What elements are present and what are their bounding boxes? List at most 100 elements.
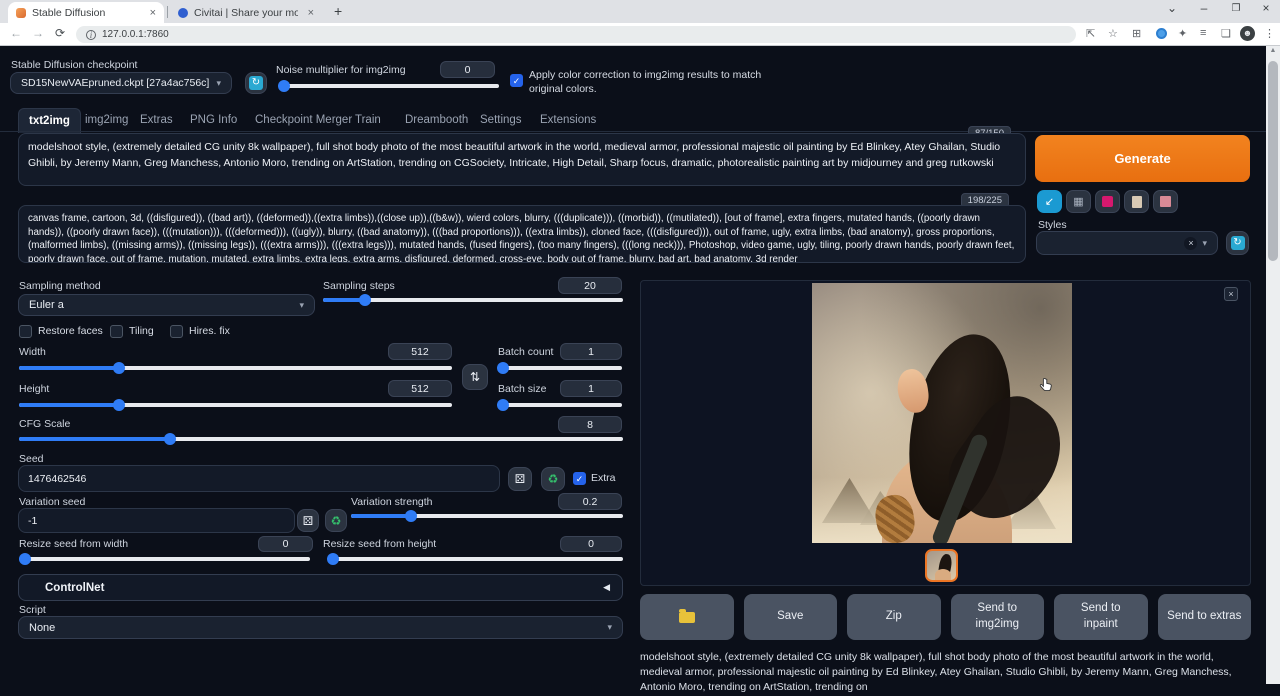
- tab-dreambooth[interactable]: Dreambooth: [395, 108, 478, 132]
- noise-multiplier-slider[interactable]: [280, 84, 499, 88]
- batch-count-slider[interactable]: [498, 366, 622, 370]
- prompt-input[interactable]: modelshoot style, (extremely detailed CG…: [18, 133, 1026, 186]
- color-correction-checkbox[interactable]: ✓: [510, 74, 523, 87]
- cfg-scale-slider[interactable]: [19, 437, 623, 441]
- tab-extensions[interactable]: Extensions: [530, 108, 606, 132]
- reuse-variation-seed-button[interactable]: ♻: [325, 509, 347, 532]
- seed-input[interactable]: 1476462546: [18, 465, 500, 492]
- bookmark-star-icon[interactable]: ☆: [1108, 27, 1118, 40]
- random-variation-seed-button[interactable]: ⚄: [297, 509, 319, 532]
- styles-label: Styles: [1038, 219, 1067, 231]
- extension-blue-icon[interactable]: [1156, 28, 1167, 39]
- tab-img2img[interactable]: img2img: [75, 108, 138, 132]
- browser-tabstrip: Stable Diffusion × Civitai | Share your …: [0, 0, 1280, 23]
- tab-settings[interactable]: Settings: [470, 108, 532, 132]
- tiling-checkbox[interactable]: [110, 325, 123, 338]
- browser-toolbar: ← → ⟳ i 127.0.0.1:7860 ⇱ ☆ ⊞ ✦ ≡ ❏ ☻ ⋮: [0, 23, 1280, 46]
- gallery-thumbnail[interactable]: [925, 549, 958, 582]
- resize-seed-width-slider[interactable]: [19, 557, 310, 561]
- tab-close-icon[interactable]: ×: [298, 7, 314, 19]
- random-seed-button[interactable]: ⚄: [508, 467, 532, 491]
- folder-icon: [679, 612, 695, 623]
- window-chevron-icon[interactable]: ⌄: [1158, 1, 1186, 15]
- tab-close-icon[interactable]: ×: [140, 7, 156, 19]
- browser-tab-civitai[interactable]: Civitai | Share your models ×: [170, 2, 322, 23]
- width-value[interactable]: 512: [388, 343, 452, 360]
- refresh-styles-button[interactable]: ↻: [1226, 231, 1249, 255]
- sampling-method-dropdown[interactable]: Euler a ▾: [18, 294, 315, 316]
- cfg-scale-value[interactable]: 8: [558, 416, 622, 433]
- window-restore-button[interactable]: ❐: [1222, 3, 1250, 14]
- window-close-button[interactable]: ×: [1252, 1, 1280, 15]
- generated-image[interactable]: [812, 283, 1072, 543]
- sampling-steps-value[interactable]: 20: [558, 277, 622, 294]
- apps-grid-icon[interactable]: ⊞: [1132, 27, 1141, 40]
- scrollbar-thumb[interactable]: [1268, 61, 1278, 261]
- resize-seed-height-value[interactable]: 0: [560, 536, 622, 552]
- extensions-puzzle-icon[interactable]: ✦: [1178, 27, 1187, 40]
- open-folder-button[interactable]: [640, 594, 734, 640]
- checkpoint-dropdown[interactable]: SD15NewVAEpruned.ckpt [27a4ac756c] ▾: [10, 72, 232, 94]
- width-slider[interactable]: [19, 366, 452, 370]
- controlnet-label: ControlNet: [45, 582, 104, 594]
- window-minimize-button[interactable]: –: [1190, 1, 1218, 15]
- browser-menu-icon[interactable]: ⋮: [1264, 27, 1275, 40]
- variation-strength-slider[interactable]: [351, 514, 623, 518]
- reuse-seed-button[interactable]: ♻: [541, 467, 565, 491]
- side-panel-icon[interactable]: ❏: [1221, 27, 1231, 40]
- accordion-collapse-icon: ◀: [603, 582, 610, 593]
- noise-multiplier-value[interactable]: 0: [440, 61, 495, 78]
- height-value[interactable]: 512: [388, 380, 452, 397]
- batch-count-value[interactable]: 1: [560, 343, 622, 360]
- generate-button[interactable]: Generate: [1035, 135, 1250, 182]
- apply-style-button[interactable]: [1124, 190, 1149, 213]
- site-info-icon[interactable]: i: [86, 30, 96, 40]
- swap-width-height-button[interactable]: ⇅: [462, 364, 488, 390]
- new-tab-button[interactable]: +: [334, 3, 342, 19]
- tab-png-info[interactable]: PNG Info: [180, 108, 247, 132]
- tab-train[interactable]: Train: [345, 108, 391, 132]
- clear-prompt-button[interactable]: ▦: [1066, 190, 1091, 213]
- restore-faces-checkbox[interactable]: [19, 325, 32, 338]
- reload-icon[interactable]: ⟳: [55, 26, 65, 40]
- share-icon[interactable]: ⇱: [1086, 27, 1095, 40]
- clear-styles-icon[interactable]: ×: [1184, 237, 1197, 250]
- clipboard-icon: [1132, 196, 1142, 208]
- hand-cursor-icon: [1038, 377, 1055, 394]
- negative-prompt-input[interactable]: canvas frame, cartoon, 3d, ((disfigured)…: [18, 205, 1026, 263]
- back-icon[interactable]: ←: [10, 26, 22, 40]
- forward-icon[interactable]: →: [32, 26, 44, 40]
- send-to-extras-button[interactable]: Send to extras: [1158, 594, 1252, 640]
- resize-seed-width-value[interactable]: 0: [258, 536, 313, 552]
- controlnet-accordion[interactable]: ControlNet ◀: [18, 574, 623, 601]
- script-dropdown[interactable]: None ▾: [18, 616, 623, 639]
- save-style-button[interactable]: [1153, 190, 1178, 213]
- variation-seed-input[interactable]: -1: [18, 508, 295, 533]
- tab-txt2img[interactable]: txt2img: [18, 108, 81, 133]
- refresh-checkpoint-button[interactable]: ↻: [245, 72, 267, 94]
- styles-dropdown[interactable]: × ▾: [1036, 231, 1218, 255]
- batch-size-value[interactable]: 1: [560, 380, 622, 397]
- hires-fix-checkbox[interactable]: [170, 325, 183, 338]
- reading-list-icon[interactable]: ≡: [1200, 27, 1206, 39]
- zip-button[interactable]: Zip: [847, 594, 941, 640]
- resize-seed-height-slider[interactable]: [330, 557, 623, 561]
- paste-params-button[interactable]: ↙: [1037, 190, 1062, 213]
- profile-avatar[interactable]: ☻: [1240, 26, 1255, 41]
- close-gallery-button[interactable]: ×: [1224, 287, 1238, 301]
- extra-networks-button[interactable]: [1095, 190, 1120, 213]
- variation-strength-value[interactable]: 0.2: [558, 493, 622, 510]
- page-scrollbar[interactable]: ▲: [1266, 46, 1280, 684]
- url-bar[interactable]: i 127.0.0.1:7860: [76, 26, 1076, 43]
- extra-seed-checkbox[interactable]: ✓: [573, 472, 586, 485]
- send-to-img2img-button[interactable]: Send to img2img: [951, 594, 1045, 640]
- height-slider[interactable]: [19, 403, 452, 407]
- sampling-steps-slider[interactable]: [323, 298, 623, 302]
- batch-size-slider[interactable]: [498, 403, 622, 407]
- scrollbar-up-icon[interactable]: ▲: [1266, 47, 1280, 54]
- tab-extras[interactable]: Extras: [130, 108, 183, 132]
- browser-tab-stable-diffusion[interactable]: Stable Diffusion ×: [8, 2, 164, 23]
- save-button[interactable]: Save: [744, 594, 838, 640]
- chevron-down-icon: ▾: [299, 300, 304, 311]
- send-to-inpaint-button[interactable]: Send to inpaint: [1054, 594, 1148, 640]
